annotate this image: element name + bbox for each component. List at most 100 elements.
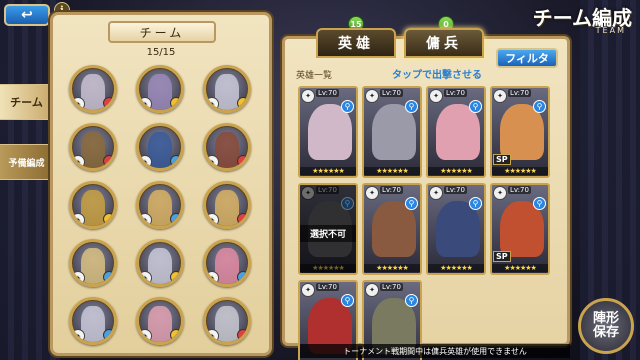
- role-icon: ✦: [72, 329, 85, 342]
- element-icon: [170, 97, 181, 109]
- hero-card[interactable]: ✦ Lv:70 ⚲ ★★★★★★: [426, 86, 486, 178]
- element-icon: [170, 213, 181, 225]
- zoom-icon[interactable]: ⚲: [341, 197, 354, 210]
- role-icon: ✦: [365, 283, 379, 297]
- hero-list-label: 英雄一覧: [296, 71, 333, 81]
- role-icon: ✦: [206, 329, 219, 342]
- zoom-icon[interactable]: ⚲: [405, 197, 418, 210]
- role-icon: ✦: [206, 155, 219, 168]
- tab-hero[interactable]: 英雄: [316, 28, 396, 58]
- team-member-slot[interactable]: ✦: [136, 65, 184, 113]
- tap-hint: タップで出撃させる: [392, 70, 482, 81]
- hero-card[interactable]: ✦ Lv:70 ⚲ ★★★★★★ SP: [490, 183, 550, 275]
- team-member-slot[interactable]: ✦: [136, 239, 184, 287]
- sp-badge: SP: [493, 154, 511, 165]
- element-icon: [237, 155, 248, 167]
- role-icon: ✦: [493, 186, 507, 200]
- zoom-icon[interactable]: ⚲: [405, 294, 418, 307]
- element-icon: [237, 271, 248, 283]
- hero-level: Lv:70: [316, 186, 339, 194]
- hero-card[interactable]: ✦ Lv:70 ⚲ ★★★★★★ SP: [490, 86, 550, 178]
- role-icon: ✦: [429, 89, 443, 103]
- role-icon: ✦: [72, 155, 85, 168]
- element-icon: [103, 213, 114, 225]
- hero-level: Lv:70: [508, 89, 531, 97]
- role-icon: ✦: [139, 155, 152, 168]
- team-member-slot[interactable]: ✦: [136, 123, 184, 171]
- zoom-icon[interactable]: ⚲: [469, 197, 482, 210]
- hero-level: Lv:70: [316, 283, 339, 291]
- element-icon: [170, 271, 181, 283]
- team-member-slot[interactable]: ✦: [69, 297, 117, 345]
- role-icon: ✦: [206, 213, 219, 226]
- team-member-slot[interactable]: ✦: [69, 123, 117, 171]
- role-icon: ✦: [206, 271, 219, 284]
- hero-card[interactable]: ✦ Lv:70 ⚲ ★★★★★★: [298, 86, 358, 178]
- element-icon: [103, 329, 114, 341]
- page-subtitle: TEAM: [595, 26, 626, 35]
- team-member-slot[interactable]: ✦: [69, 239, 117, 287]
- team-member-slot[interactable]: ✦: [203, 65, 251, 113]
- zoom-icon[interactable]: ⚲: [533, 100, 546, 113]
- zoom-icon[interactable]: ⚲: [341, 294, 354, 307]
- filter-button[interactable]: フィルタ: [496, 48, 558, 68]
- side-tab-team[interactable]: チーム: [0, 84, 54, 120]
- hero-level: Lv:70: [380, 283, 403, 291]
- hero-card[interactable]: ✦ Lv:70 ⚲ ★★★★★★: [426, 183, 486, 275]
- role-icon: ✦: [301, 186, 315, 200]
- hero-card[interactable]: ✦ Lv:70 ⚲ ★★★★★★: [362, 86, 422, 178]
- team-member-slot[interactable]: ✦: [69, 65, 117, 113]
- team-member-slot[interactable]: ✦: [69, 181, 117, 229]
- hero-level: Lv:70: [508, 186, 531, 194]
- save-formation-line2: 保存: [592, 325, 619, 340]
- element-icon: [237, 97, 248, 109]
- zoom-icon[interactable]: ⚲: [469, 100, 482, 113]
- zoom-icon[interactable]: ⚲: [405, 100, 418, 113]
- zoom-icon[interactable]: ⚲: [341, 100, 354, 113]
- role-icon: ✦: [206, 97, 219, 110]
- team-member-slot[interactable]: ✦: [203, 297, 251, 345]
- team-member-slot[interactable]: ✦: [136, 181, 184, 229]
- back-button[interactable]: ↩: [4, 4, 50, 26]
- element-icon: [103, 155, 114, 167]
- unavailable-label: 選択不可: [300, 225, 356, 242]
- hero-level: Lv:70: [380, 89, 403, 97]
- hero-grid: ✦ Lv:70 ⚲ ★★★★★★ ✦ Lv:70 ⚲ ★★★★★★ ✦ Lv:70 ⚲ ★★★★★★ ✦…: [298, 86, 550, 360]
- role-icon: ✦: [139, 97, 152, 110]
- hero-stars: ★★★★★★: [428, 264, 484, 272]
- role-icon: ✦: [493, 89, 507, 103]
- role-icon: ✦: [72, 213, 85, 226]
- hero-level: Lv:70: [380, 186, 403, 194]
- hero-card[interactable]: ✦ Lv:70 ⚲ ★★★★★★: [362, 183, 422, 275]
- element-icon: [103, 271, 114, 283]
- role-icon: ✦: [139, 213, 152, 226]
- element-icon: [170, 329, 181, 341]
- role-icon: ✦: [139, 329, 152, 342]
- team-member-slot[interactable]: ✦: [203, 123, 251, 171]
- save-formation-line1: 陣形: [592, 311, 619, 326]
- hero-stars: ★★★★★★: [300, 167, 356, 175]
- element-icon: [103, 97, 114, 109]
- role-icon: ✦: [301, 283, 315, 297]
- role-icon: ✦: [365, 89, 379, 103]
- role-icon: ✦: [72, 271, 85, 284]
- team-member-slot[interactable]: ✦: [136, 297, 184, 345]
- hero-level: Lv:70: [444, 186, 467, 194]
- role-icon: ✦: [365, 186, 379, 200]
- element-icon: [237, 213, 248, 225]
- team-member-slot[interactable]: ✦: [203, 181, 251, 229]
- team-member-slot[interactable]: ✦: [203, 239, 251, 287]
- role-icon: ✦: [72, 97, 85, 110]
- team-title: チーム: [108, 21, 216, 43]
- role-icon: ✦: [139, 271, 152, 284]
- save-formation-button[interactable]: 陣形 保存: [578, 298, 634, 354]
- side-tab-reserve[interactable]: 予備編成: [0, 144, 54, 180]
- element-icon: [237, 329, 248, 341]
- hero-card[interactable]: ✦ Lv:70 ⚲ ★★★★★★ 選択不可: [298, 183, 358, 275]
- hero-stars: ★★★★★★: [492, 264, 548, 272]
- hero-stars: ★★★★★★: [364, 264, 420, 272]
- zoom-icon[interactable]: ⚲: [533, 197, 546, 210]
- hero-level: Lv:70: [444, 89, 467, 97]
- team-grid: ✦ ✦ ✦ ✦ ✦ ✦ ✦ ✦ ✦ ✦ ✦ ✦ ✦ ✦ ✦: [69, 65, 251, 345]
- tab-mercenary[interactable]: 傭兵: [404, 28, 484, 58]
